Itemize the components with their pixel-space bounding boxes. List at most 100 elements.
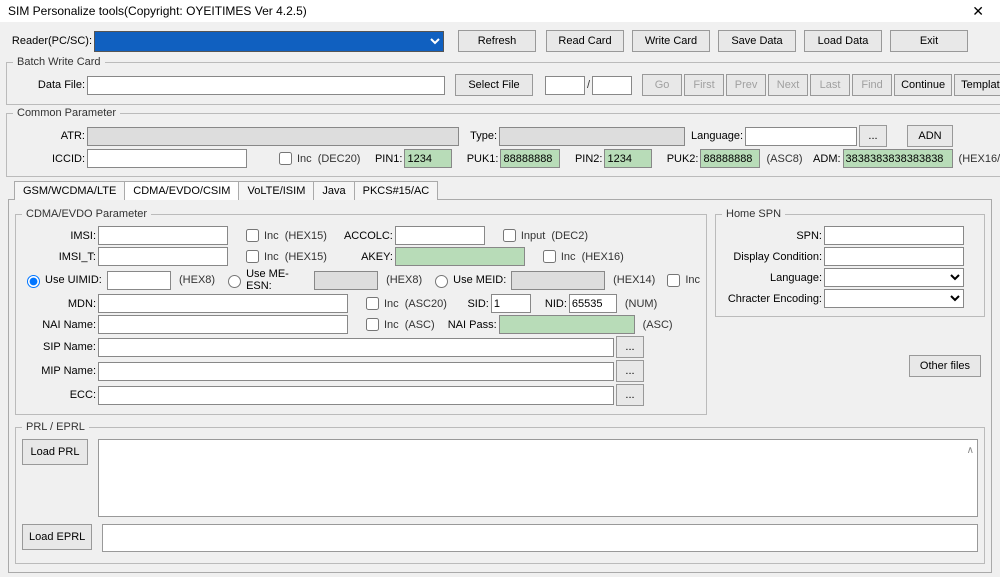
pin1-input[interactable] <box>404 149 452 168</box>
read-card-button[interactable]: Read Card <box>546 30 624 52</box>
puk2-label: PUK2: <box>654 153 698 165</box>
save-data-button[interactable]: Save Data <box>718 30 796 52</box>
batch-from-input[interactable] <box>545 76 585 95</box>
meid-label: Use MEID: <box>453 274 509 286</box>
nai-inc-label: Inc <box>384 319 399 331</box>
meesn-radio[interactable] <box>228 275 241 288</box>
accolc-input-checkbox[interactable] <box>503 229 516 242</box>
prl-legend: PRL / EPRL <box>22 421 89 433</box>
spn-enc-select[interactable] <box>824 289 964 308</box>
nai-inc-checkbox[interactable] <box>366 318 379 331</box>
meid-inc-checkbox[interactable] <box>667 274 680 287</box>
other-files-button[interactable]: Other files <box>909 355 981 377</box>
load-prl-button[interactable]: Load PRL <box>22 439 88 465</box>
nid-input[interactable] <box>569 294 617 313</box>
spn-lang-select[interactable] <box>824 268 964 287</box>
load-data-button[interactable]: Load Data <box>804 30 882 52</box>
atr-label: ATR: <box>13 130 85 142</box>
akey-input[interactable] <box>395 247 525 266</box>
ecc-more-button[interactable]: ... <box>616 384 644 406</box>
find-button[interactable]: Find <box>852 74 892 96</box>
reader-select[interactable] <box>94 31 444 52</box>
common-parameter-group: Common Parameter ATR: Type: Language: ..… <box>6 107 1000 177</box>
tab-volte[interactable]: VoLTE/ISIM <box>238 181 314 200</box>
meesn-input[interactable] <box>314 271 378 290</box>
sip-label: SIP Name: <box>22 341 96 353</box>
atr-input[interactable] <box>87 127 459 146</box>
datafile-input[interactable] <box>87 76 445 95</box>
tab-gsm[interactable]: GSM/WCDMA/LTE <box>14 181 125 200</box>
iccid-inc-label: Inc <box>297 153 312 165</box>
akey-inc-checkbox[interactable] <box>543 250 556 263</box>
eprl-textarea[interactable] <box>102 524 978 552</box>
accolc-dec2: (DEC2) <box>551 230 588 242</box>
adm-label: ADM: <box>805 153 841 165</box>
batch-legend: Batch Write Card <box>13 56 105 68</box>
sip-more-button[interactable]: ... <box>616 336 644 358</box>
adm-input[interactable] <box>843 149 953 168</box>
mip-more-button[interactable]: ... <box>616 360 644 382</box>
puk2-input[interactable] <box>700 149 760 168</box>
imsi-input[interactable] <box>98 226 228 245</box>
ecc-input[interactable] <box>98 386 614 405</box>
nid-label: NID: <box>533 298 567 310</box>
spn-disp-input[interactable] <box>824 247 964 266</box>
imsit-inc-checkbox[interactable] <box>246 250 259 263</box>
pin1-label: PIN1: <box>362 153 402 165</box>
select-file-button[interactable]: Select File <box>455 74 533 96</box>
imsit-input[interactable] <box>98 247 228 266</box>
uimid-radio[interactable] <box>27 275 40 288</box>
puk1-input[interactable] <box>500 149 560 168</box>
cdma-legend: CDMA/EVDO Parameter <box>22 208 151 220</box>
naipass-input[interactable] <box>499 315 635 334</box>
meid-radio[interactable] <box>435 275 448 288</box>
nai-input[interactable] <box>98 315 348 334</box>
continue-button[interactable]: Continue <box>894 74 952 96</box>
tab-pkcs[interactable]: PKCS#15/AC <box>354 181 439 200</box>
nai-label: NAI Name: <box>22 319 96 331</box>
uimid-input[interactable] <box>107 271 171 290</box>
iccid-input[interactable] <box>87 149 247 168</box>
prev-button[interactable]: Prev <box>726 74 766 96</box>
exit-button[interactable]: Exit <box>890 30 968 52</box>
common-legend: Common Parameter <box>13 107 120 119</box>
ecc-label: ECC: <box>22 389 96 401</box>
prl-group: PRL / EPRL Load PRL ∧ Load EPRL <box>15 421 985 564</box>
type-label: Type: <box>461 130 497 142</box>
go-button[interactable]: Go <box>642 74 682 96</box>
language-input[interactable] <box>745 127 857 146</box>
tab-cdma[interactable]: CDMA/EVDO/CSIM <box>124 181 239 200</box>
last-button[interactable]: Last <box>810 74 850 96</box>
accolc-input[interactable] <box>395 226 485 245</box>
nai-asc: (ASC) <box>405 319 435 331</box>
uimid-hex8: (HEX8) <box>179 274 215 286</box>
load-eprl-button[interactable]: Load EPRL <box>22 524 92 550</box>
next-button[interactable]: Next <box>768 74 808 96</box>
imsi-inc-checkbox[interactable] <box>246 229 259 242</box>
mdn-inc-checkbox[interactable] <box>366 297 379 310</box>
spn-lang-label: Language: <box>722 272 822 284</box>
language-more-button[interactable]: ... <box>859 125 887 147</box>
sip-input[interactable] <box>98 338 614 357</box>
imsi-hex15: (HEX15) <box>285 230 327 242</box>
mip-input[interactable] <box>98 362 614 381</box>
type-input[interactable] <box>499 127 685 146</box>
imsi-label: IMSI: <box>22 230 96 242</box>
template-button[interactable]: Template <box>954 74 1000 96</box>
sid-input[interactable] <box>491 294 531 313</box>
iccid-inc-checkbox[interactable] <box>279 152 292 165</box>
meid-input[interactable] <box>511 271 605 290</box>
first-button[interactable]: First <box>684 74 724 96</box>
write-card-button[interactable]: Write Card <box>632 30 710 52</box>
close-icon[interactable]: ✕ <box>964 3 992 20</box>
refresh-button[interactable]: Refresh <box>458 30 536 52</box>
mdn-input[interactable] <box>98 294 348 313</box>
prl-textarea[interactable] <box>98 439 978 517</box>
tab-java[interactable]: Java <box>313 181 354 200</box>
akey-hex16: (HEX16) <box>582 251 624 263</box>
adn-button[interactable]: ADN <box>907 125 953 147</box>
spn-input[interactable] <box>824 226 964 245</box>
pin2-input[interactable] <box>604 149 652 168</box>
batch-to-input[interactable] <box>592 76 632 95</box>
mip-label: MIP Name: <box>22 365 96 377</box>
